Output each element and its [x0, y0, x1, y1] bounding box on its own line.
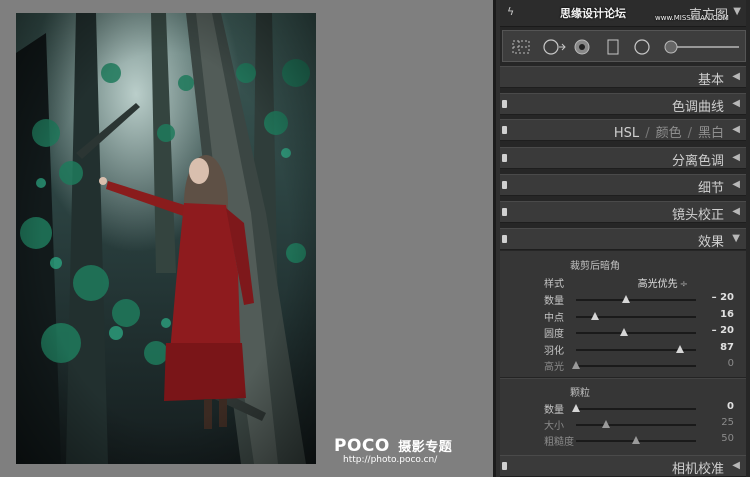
radial-filter-icon[interactable]	[633, 39, 651, 55]
slider-value[interactable]: 50	[721, 433, 734, 444]
section-camera-calibration-title: 相机校准	[671, 462, 724, 477]
triangle-left-icon[interactable]: ◀	[732, 206, 740, 217]
slider-value[interactable]: 87	[720, 342, 734, 353]
slider-label: 粗糙度	[544, 437, 574, 448]
slider-row: 数量 0	[500, 400, 746, 416]
panel-toggle-switch[interactable]	[502, 126, 507, 134]
slider-row: 圆度 – 20	[500, 324, 746, 340]
panel-toggle-switch[interactable]	[502, 235, 507, 243]
section-tone-curve-title: 色调曲线	[671, 100, 724, 115]
watermark-text: 思缘设计论坛	[560, 7, 626, 20]
slider-row: 羽化 87	[500, 341, 746, 357]
slider-thumb[interactable]	[632, 436, 640, 444]
slider-thumb[interactable]	[572, 361, 580, 369]
slider-row: 中点 16	[500, 308, 746, 324]
section-lens-correction-title: 镜头校正	[671, 208, 724, 223]
slider-value[interactable]: 0	[728, 358, 734, 369]
poco-logo: POCO 摄影专题	[334, 436, 453, 456]
panel-toggle-switch[interactable]	[502, 181, 507, 189]
slider-thumb[interactable]	[620, 328, 628, 336]
style-label: 样式	[544, 279, 564, 290]
forest-portrait-image	[16, 13, 316, 464]
triangle-left-icon[interactable]: ◀	[732, 98, 740, 109]
watermark-url: www.MISSYUAN.COM	[655, 14, 729, 22]
triangle-left-icon[interactable]: ◀	[732, 124, 740, 135]
slider-row: 大小 25	[500, 416, 746, 432]
section-lens-correction[interactable]: 镜头校正 ◀	[500, 201, 746, 223]
section-camera-calibration[interactable]: 相机校准 ◀	[500, 455, 746, 477]
develop-right-panel: ϟ 直方图 ▼ 基本 ◀ 色调曲线 ◀ HSL / 颜色 / 黑白 ◀ 分离色调…	[500, 0, 750, 477]
slider-row: 数量 – 20	[500, 291, 746, 307]
triangle-down-icon[interactable]: ▼	[733, 6, 741, 17]
slider-label: 数量	[544, 296, 564, 307]
lightning-icon[interactable]: ϟ	[507, 5, 514, 18]
vignette-title: 裁剪后暗角	[570, 261, 620, 272]
section-tone-curve[interactable]: 色调曲线 ◀	[500, 93, 746, 115]
slider-label: 大小	[544, 421, 564, 432]
section-basic-title: 基本	[697, 73, 724, 88]
slider-track[interactable]	[576, 328, 696, 336]
triangle-left-icon[interactable]: ◀	[732, 179, 740, 190]
section-hsl[interactable]: HSL / 颜色 / 黑白 ◀	[500, 119, 746, 141]
section-effects-title: 效果	[697, 235, 724, 250]
panel-toggle-switch[interactable]	[502, 208, 507, 216]
slider-track[interactable]	[572, 404, 696, 412]
slider-value[interactable]: – 20	[712, 325, 734, 336]
dropdown-arrows-icon: ÷	[679, 279, 688, 290]
section-basic[interactable]: 基本 ◀	[500, 66, 746, 88]
tab-color[interactable]: 颜色	[656, 126, 682, 141]
section-split-toning-title: 分离色调	[671, 154, 724, 169]
triangle-left-icon[interactable]: ◀	[732, 71, 740, 82]
slider-thumb[interactable]	[602, 420, 610, 428]
section-detail-title: 细节	[697, 181, 724, 196]
slider-track[interactable]	[576, 436, 696, 444]
slider-thumb[interactable]	[572, 404, 580, 412]
slider-value[interactable]: 25	[721, 417, 734, 428]
slider-track[interactable]	[576, 295, 696, 303]
style-dropdown[interactable]: 高光优先 ÷	[638, 275, 688, 290]
slider-track[interactable]	[576, 420, 696, 428]
slider-row: 高光 0	[500, 357, 746, 373]
slider-row: 粗糙度 50	[500, 432, 746, 448]
red-eye-icon[interactable]	[573, 39, 591, 55]
photo-canvas[interactable]: POCO 摄影专题 http://photo.poco.cn/	[0, 0, 493, 477]
adjustment-brush-slider[interactable]	[663, 39, 741, 55]
vignette-style-row: 样式 高光优先 ÷	[500, 274, 746, 290]
tab-bw[interactable]: 黑白	[698, 126, 724, 141]
section-detail[interactable]: 细节 ◀	[500, 174, 746, 196]
triangle-down-icon[interactable]: ▼	[732, 233, 740, 244]
poco-url: http://photo.poco.cn/	[343, 455, 438, 465]
section-split-toning[interactable]: 分离色调 ◀	[500, 147, 746, 169]
slider-label: 羽化	[544, 345, 564, 357]
slider-track[interactable]	[576, 344, 696, 353]
grain-title: 颗粒	[570, 388, 590, 399]
slider-thumb[interactable]	[591, 311, 600, 320]
slider-label: 高光	[544, 362, 564, 373]
effects-panel-body: 裁剪后暗角 样式 高光优先 ÷ 数量 – 20 中点 16 圆度 – 20 羽化 87 高光 0 颗…	[500, 251, 746, 477]
slider-value[interactable]: 0	[727, 401, 734, 412]
crop-overlay-icon[interactable]	[511, 39, 531, 55]
slider-label: 中点	[544, 312, 564, 324]
section-effects[interactable]: 效果 ▼	[500, 228, 746, 250]
panel-toggle-switch[interactable]	[502, 154, 507, 162]
slider-label: 圆度	[544, 329, 564, 340]
slider-track[interactable]	[572, 361, 696, 369]
slider-value[interactable]: – 20	[712, 292, 734, 303]
graduated-filter-icon[interactable]	[607, 39, 619, 55]
slider-track[interactable]	[576, 311, 696, 320]
spot-removal-icon[interactable]	[541, 39, 567, 55]
divider	[500, 378, 746, 379]
slider-value[interactable]: 16	[720, 309, 734, 320]
triangle-left-icon[interactable]: ◀	[732, 152, 740, 163]
tab-hsl[interactable]: HSL	[614, 126, 639, 141]
triangle-left-icon[interactable]: ◀	[732, 460, 740, 471]
slider-thumb[interactable]	[622, 295, 631, 303]
panel-toggle-switch[interactable]	[502, 462, 507, 470]
tool-strip	[502, 30, 746, 62]
panel-toggle-switch[interactable]	[502, 100, 507, 108]
section-hsl-title: HSL / 颜色 / 黑白	[613, 126, 724, 141]
slider-thumb[interactable]	[676, 344, 685, 353]
slider-label: 数量	[544, 405, 564, 416]
edited-photo	[16, 13, 316, 464]
